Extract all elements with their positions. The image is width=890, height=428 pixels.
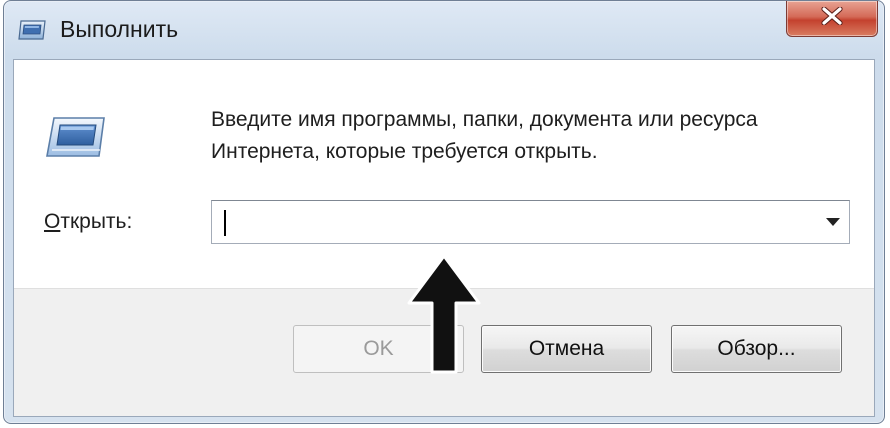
close-icon: [821, 6, 843, 30]
open-label-accelerator: О: [44, 210, 61, 233]
text-caret: [224, 210, 226, 236]
browse-button[interactable]: Обзор...: [671, 325, 842, 373]
run-dialog-icon: [17, 19, 47, 41]
description-line-2: Интернета, которые требуется открыть.: [211, 140, 598, 163]
window-title: Выполнить: [60, 16, 179, 42]
open-label-text: ткрыть:: [60, 210, 133, 233]
chevron-down-icon[interactable]: [823, 214, 843, 230]
cancel-button[interactable]: Отмена: [481, 325, 652, 373]
close-button[interactable]: [786, 1, 878, 37]
open-combobox[interactable]: [211, 200, 850, 244]
up-arrow-icon: [406, 253, 482, 375]
open-label: Открыть:: [44, 210, 132, 234]
open-input[interactable]: [220, 208, 810, 236]
description-line-1: Введите имя программы, папки, документа …: [211, 108, 758, 131]
title-bar[interactable]: Выполнить: [4, 1, 884, 59]
description-text: Введите имя программы, папки, документа …: [211, 104, 851, 168]
run-program-icon: [44, 114, 108, 160]
